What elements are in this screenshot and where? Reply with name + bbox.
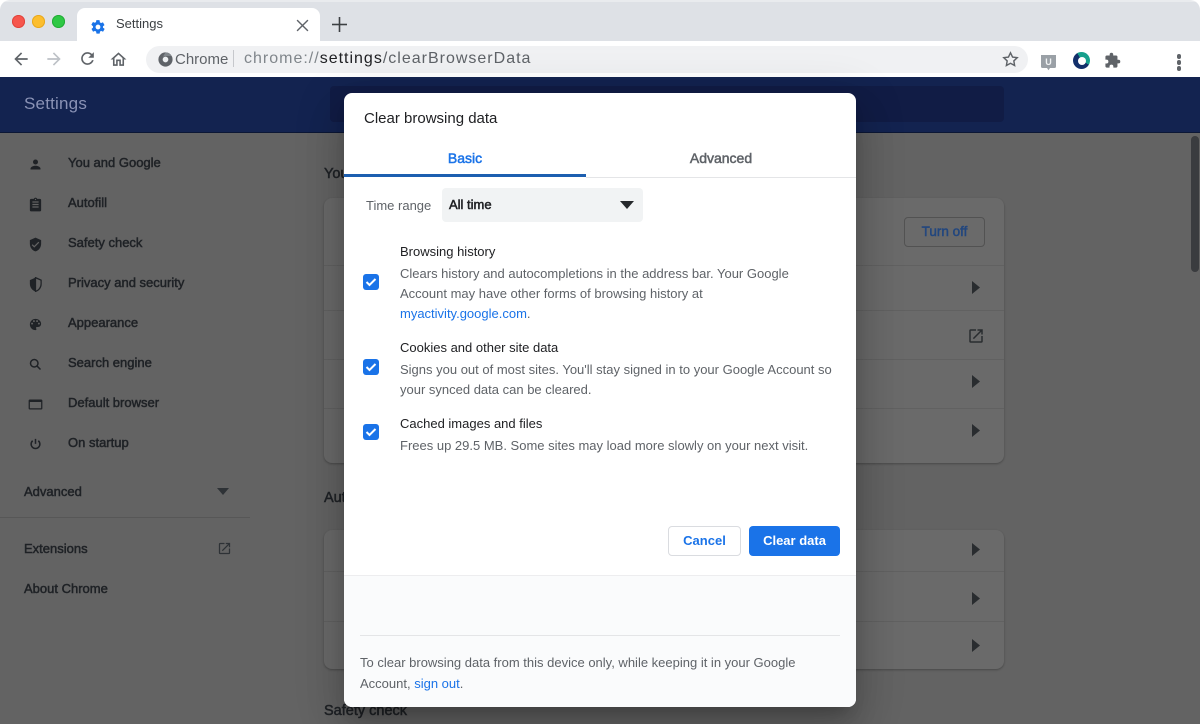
svg-text:U: U: [1045, 57, 1052, 67]
